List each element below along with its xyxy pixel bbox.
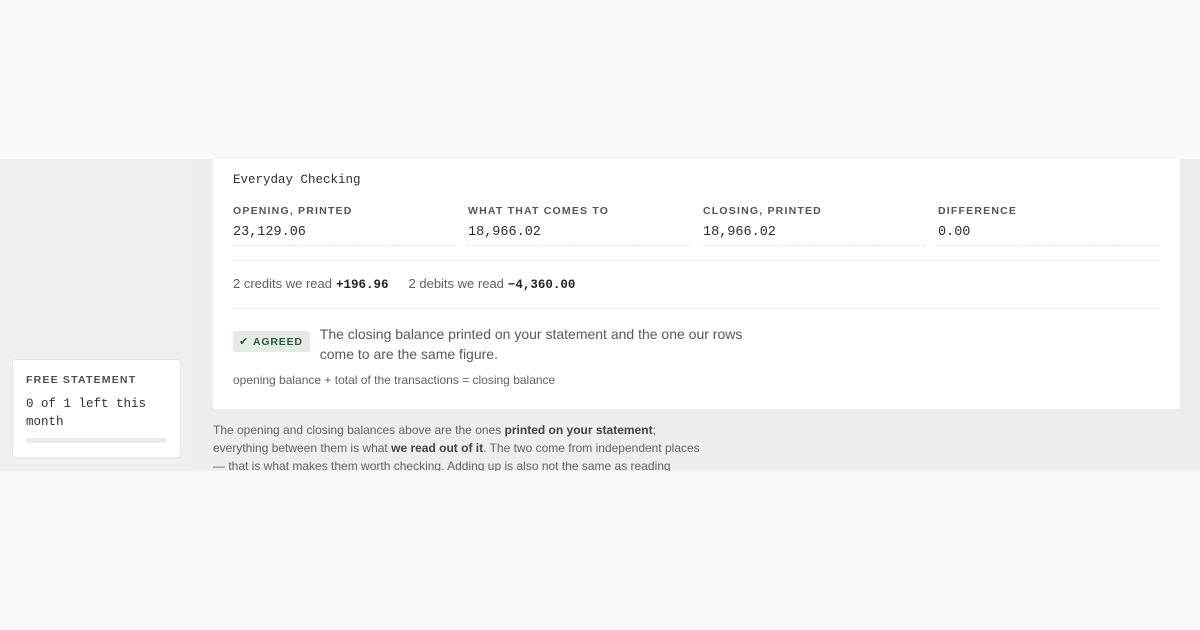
explanation-note: The opening and closing balances above a… bbox=[213, 421, 703, 471]
stat-label: WHAT THAT COMES TO bbox=[468, 205, 610, 217]
credits-value: +196.96 bbox=[336, 278, 389, 292]
divider bbox=[233, 308, 1160, 309]
stat-label: CLOSING, PRINTED bbox=[703, 205, 822, 217]
balance-formula: opening balance + total of the transacti… bbox=[233, 373, 556, 387]
verdict-text: The closing balance printed on your stat… bbox=[319, 326, 743, 362]
free-statement-progress-bar bbox=[26, 438, 167, 443]
debits-summary: 2 debits we read −4,360.00 bbox=[409, 276, 576, 292]
free-statement-remaining: 0 of 1 left this month bbox=[26, 397, 147, 429]
note-text: The opening and closing balances above a… bbox=[213, 423, 505, 437]
note-emphasis: printed on your statement bbox=[504, 423, 653, 437]
divider bbox=[233, 260, 1160, 261]
stat-closing-printed: CLOSING, PRINTED 18,966.02 bbox=[703, 205, 925, 246]
status-badge: ✔ AGREED bbox=[233, 331, 310, 352]
stat-value: 18,966.02 bbox=[703, 225, 776, 240]
debits-value: −4,360.00 bbox=[507, 278, 576, 292]
stat-label: DIFFERENCE bbox=[938, 205, 1018, 217]
verdict-row: ✔ AGREED The closing balance printed on y… bbox=[233, 323, 1160, 364]
stat-value: 0.00 bbox=[938, 225, 971, 240]
content-band: FREE STATEMENT 0 of 1 left this month Ev… bbox=[0, 159, 1200, 471]
free-statement-title: FREE STATEMENT bbox=[26, 374, 137, 386]
free-statement-card: FREE STATEMENT 0 of 1 left this month bbox=[13, 360, 180, 457]
credits-label: 2 credits we read bbox=[233, 276, 332, 291]
checkmark-icon: ✔ bbox=[239, 336, 250, 348]
stat-value: 23,129.06 bbox=[233, 225, 306, 240]
credits-summary: 2 credits we read +196.96 bbox=[233, 276, 389, 292]
note-emphasis: we read out of it bbox=[391, 441, 484, 455]
account-name: Everyday Checking bbox=[233, 173, 361, 187]
transaction-totals: 2 credits we read +196.96 2 debits we rea… bbox=[233, 276, 1160, 292]
stat-opening-printed: OPENING, PRINTED 23,129.06 bbox=[233, 205, 455, 246]
stat-difference: DIFFERENCE 0.00 bbox=[938, 205, 1160, 246]
balance-check-card: Everyday Checking OPENING, PRINTED 23,12… bbox=[213, 159, 1180, 409]
stat-computed-total: WHAT THAT COMES TO 18,966.02 bbox=[468, 205, 690, 246]
sidebar: FREE STATEMENT 0 of 1 left this month bbox=[0, 159, 193, 471]
balance-stats: OPENING, PRINTED 23,129.06 WHAT THAT COM… bbox=[233, 205, 1160, 246]
status-badge-label: AGREED bbox=[253, 335, 303, 348]
stat-value: 18,966.02 bbox=[468, 225, 541, 240]
debits-label: 2 debits we read bbox=[408, 276, 504, 291]
stat-label: OPENING, PRINTED bbox=[233, 205, 353, 217]
